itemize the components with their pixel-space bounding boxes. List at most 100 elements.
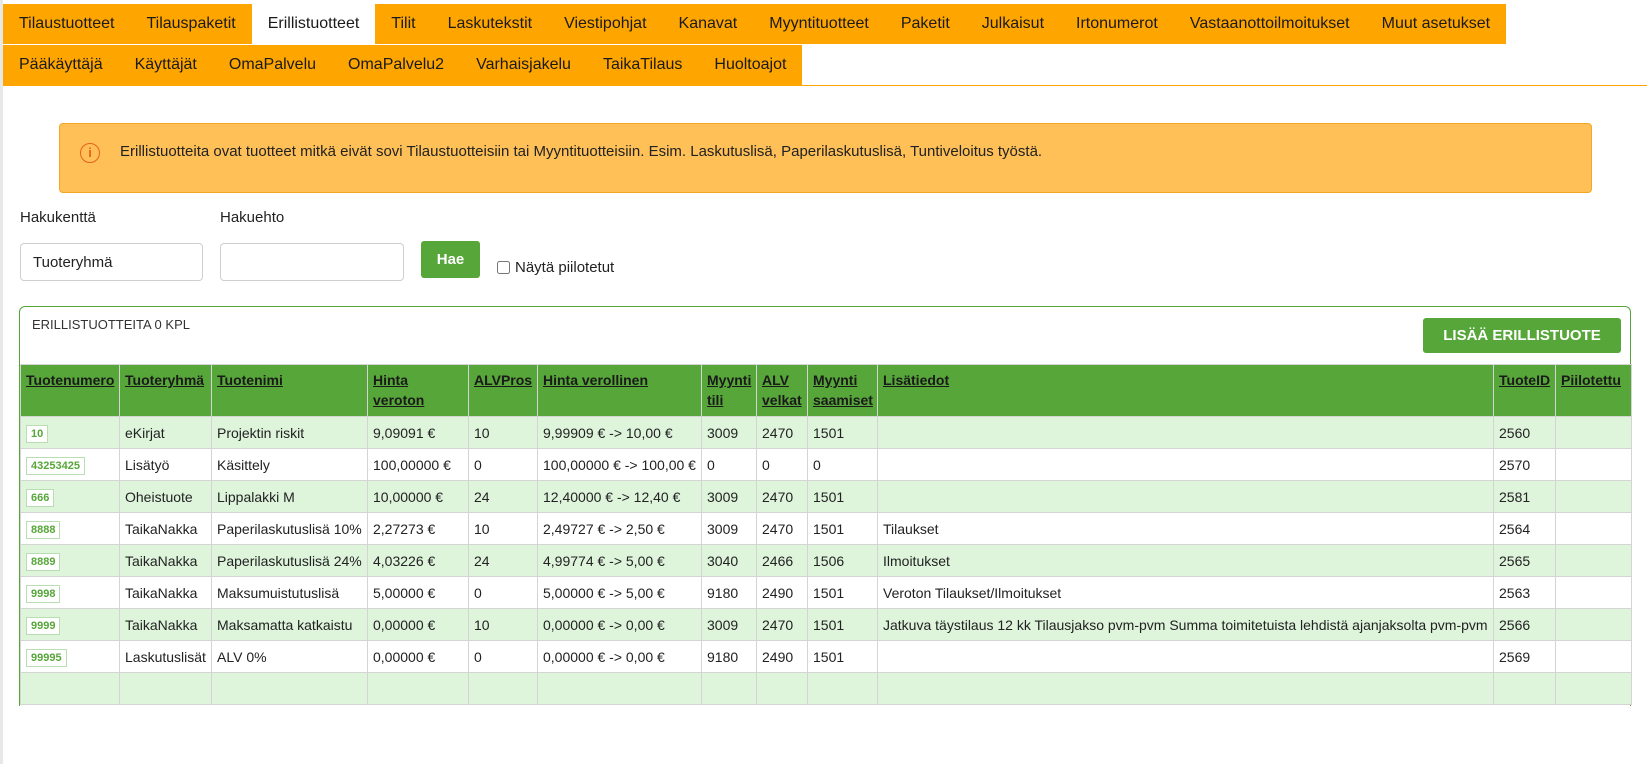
nav-tab-tilaustuotteet[interactable]: Tilaustuotteet <box>3 4 131 44</box>
cell-tuoteryhma: TaikaNakka <box>119 608 212 641</box>
product-number-link[interactable]: 99995 <box>26 648 67 667</box>
cell-myynti-tili: 9180 <box>701 640 757 673</box>
column-header-hinta-verollinen[interactable]: Hinta verollinen <box>537 364 702 417</box>
cell-empty <box>537 672 702 705</box>
search-condition-input[interactable] <box>220 243 404 281</box>
cell-hinta-verollinen: 0,00000 € -> 0,00 € <box>537 640 702 673</box>
cell-empty <box>367 672 469 705</box>
search-field-input[interactable] <box>20 243 203 281</box>
search-condition-label: Hakuehto <box>220 209 285 226</box>
cell-empty <box>877 672 1494 705</box>
column-header-tuotenumero[interactable]: Tuotenumero <box>20 364 120 417</box>
nav-tab-laskutekstit[interactable]: Laskutekstit <box>431 4 549 44</box>
cell-tuoteid: 2581 <box>1493 480 1556 513</box>
nav-tab-viestipohjat[interactable]: Viestipohjat <box>548 4 663 44</box>
product-number-link[interactable]: 8889 <box>26 552 61 571</box>
cell-alv-velkat: 2490 <box>756 640 808 673</box>
cell-myynti-saamiset: 1501 <box>807 608 878 641</box>
nav-tab-omapalvelu2[interactable]: OmaPalvelu2 <box>332 45 461 85</box>
nav-tab-tilauspaketit[interactable]: Tilauspaketit <box>130 4 252 44</box>
cell-tuotenumero: 9998 <box>20 576 120 609</box>
add-product-button[interactable]: LISÄÄ ERILLISTUOTE <box>1423 318 1621 353</box>
column-header-tuotenimi[interactable]: Tuotenimi <box>211 364 368 417</box>
page-left-border <box>0 0 3 764</box>
column-header-piilotettu[interactable]: Piilotettu <box>1555 364 1632 417</box>
column-header-alv-velkat[interactable]: ALV velkat <box>756 364 808 417</box>
table-row: 8889 TaikaNakka Paperilaskutuslisä 24% 4,03… <box>20 544 1632 577</box>
cell-alvpros: 24 <box>468 544 538 577</box>
cell-tuoteryhma: eKirjat <box>119 416 212 449</box>
nav-divider <box>3 85 1647 86</box>
nav-tab-omapalvelu[interactable]: OmaPalvelu <box>212 45 333 85</box>
column-header-myynti-tili[interactable]: Myynti tili <box>701 364 757 417</box>
table-row: 8888 TaikaNakka Paperilaskutuslisä 10% 2,27… <box>20 512 1632 545</box>
cell-tuotenimi: Paperilaskutuslisä 24% <box>211 544 368 577</box>
show-hidden-label[interactable]: Näytä piilotetut <box>515 259 614 276</box>
nav-tab-irtonumerot[interactable]: Irtonumerot <box>1060 4 1174 44</box>
table-row: 43253425 Lisätyö Käsittely 100,00000 €0 100,… <box>20 448 1632 481</box>
nav-tab-erillistuotteet[interactable]: Erillistuotteet <box>251 4 376 44</box>
cell-piilotettu <box>1555 480 1632 513</box>
cell-hinta-verollinen: 2,49727 € -> 2,50 € <box>537 512 702 545</box>
nav-tab-paketit[interactable]: Paketit <box>884 4 966 44</box>
show-hidden-checkbox[interactable] <box>497 261 510 274</box>
cell-tuoteid: 2566 <box>1493 608 1556 641</box>
cell-myynti-saamiset: 1501 <box>807 512 878 545</box>
nav-tab-kanavat[interactable]: Kanavat <box>662 4 754 44</box>
column-header-hinta-veroton[interactable]: Hinta veroton <box>367 364 469 417</box>
nav-tab-muut-asetukset[interactable]: Muut asetukset <box>1365 4 1507 44</box>
nav-tab-kayttajat[interactable]: Käyttäjät <box>118 45 213 85</box>
cell-tuoteryhma: Lisätyö <box>119 448 212 481</box>
nav-tab-paakayttaja[interactable]: Pääkäyttäjä <box>3 45 119 85</box>
cell-tuotenimi: Lippalakki M <box>211 480 368 513</box>
cell-myynti-saamiset: 1506 <box>807 544 878 577</box>
column-header-alvpros[interactable]: ALVPros <box>468 364 538 417</box>
cell-tuotenimi: Paperilaskutuslisä 10% <box>211 512 368 545</box>
nav-row-1: Tilaustuotteet Tilauspaketit Erillistuotte… <box>3 4 1507 44</box>
cell-tuotenimi: Maksamatta katkaistu <box>211 608 368 641</box>
cell-myynti-tili: 3009 <box>701 480 757 513</box>
product-number-link[interactable]: 10 <box>26 424 49 443</box>
cell-hinta-verollinen: 0,00000 € -> 0,00 € <box>537 608 702 641</box>
cell-alv-velkat: 2470 <box>756 512 808 545</box>
product-number-link[interactable]: 666 <box>26 488 55 507</box>
cell-piilotettu <box>1555 416 1632 449</box>
nav-tab-varhaisjakelu[interactable]: Varhaisjakelu <box>460 45 587 85</box>
search-button[interactable]: Hae <box>421 241 480 278</box>
table-row: 9999 TaikaNakka Maksamatta katkaistu 0,0000… <box>20 608 1632 641</box>
nav-row-2: Pääkäyttäjä Käyttäjät OmaPalvelu OmaPalvelu… <box>3 45 803 85</box>
nav-tab-myyntituotteet[interactable]: Myyntituotteet <box>753 4 885 44</box>
cell-alv-velkat: 2470 <box>756 480 808 513</box>
product-number-link[interactable]: 9998 <box>26 584 61 603</box>
cell-empty <box>701 672 757 705</box>
cell-myynti-tili: 0 <box>701 448 757 481</box>
nav-tab-huoltoajot[interactable]: Huoltoajot <box>698 45 803 85</box>
cell-hinta-verollinen: 9,99909 € -> 10,00 € <box>537 416 702 449</box>
nav-tab-julkaisut[interactable]: Julkaisut <box>965 4 1061 44</box>
product-number-link[interactable]: 43253425 <box>26 456 85 475</box>
cell-hinta-veroton: 100,00000 € <box>367 448 469 481</box>
cell-tuoteid: 2564 <box>1493 512 1556 545</box>
column-header-myynti-saamiset[interactable]: Myynti saamiset <box>807 364 878 417</box>
column-header-tuoteryhma[interactable]: Tuoteryhmä <box>119 364 212 417</box>
cell-alv-velkat: 2470 <box>756 416 808 449</box>
product-number-link[interactable]: 9999 <box>26 616 61 635</box>
cell-empty <box>1555 672 1632 705</box>
cell-tuotenimi: Projektin riskit <box>211 416 368 449</box>
cell-tuoteryhma: Laskutuslisät <box>119 640 212 673</box>
table-header-row: Tuotenumero Tuoteryhmä Tuotenimi Hinta vero… <box>20 364 1632 417</box>
cell-tuotenumero: 10 <box>20 416 120 449</box>
column-header-tuoteid[interactable]: TuoteID <box>1493 364 1556 417</box>
nav-tab-vastaanottoilmoitukset[interactable]: Vastaanottoilmoitukset <box>1173 4 1366 44</box>
column-header-lisatiedot[interactable]: Lisätiedot <box>877 364 1494 417</box>
cell-myynti-tili: 3009 <box>701 416 757 449</box>
nav-tab-tilit[interactable]: Tilit <box>375 4 432 44</box>
cell-alvpros: 0 <box>468 640 538 673</box>
cell-hinta-verollinen: 5,00000 € -> 5,00 € <box>537 576 702 609</box>
cell-hinta-veroton: 2,27273 € <box>367 512 469 545</box>
cell-hinta-veroton: 4,03226 € <box>367 544 469 577</box>
product-number-link[interactable]: 8888 <box>26 520 61 539</box>
info-icon: i <box>80 143 100 163</box>
nav-tab-taikatilaus[interactable]: TaikaTilaus <box>586 45 699 85</box>
cell-myynti-saamiset: 1501 <box>807 640 878 673</box>
